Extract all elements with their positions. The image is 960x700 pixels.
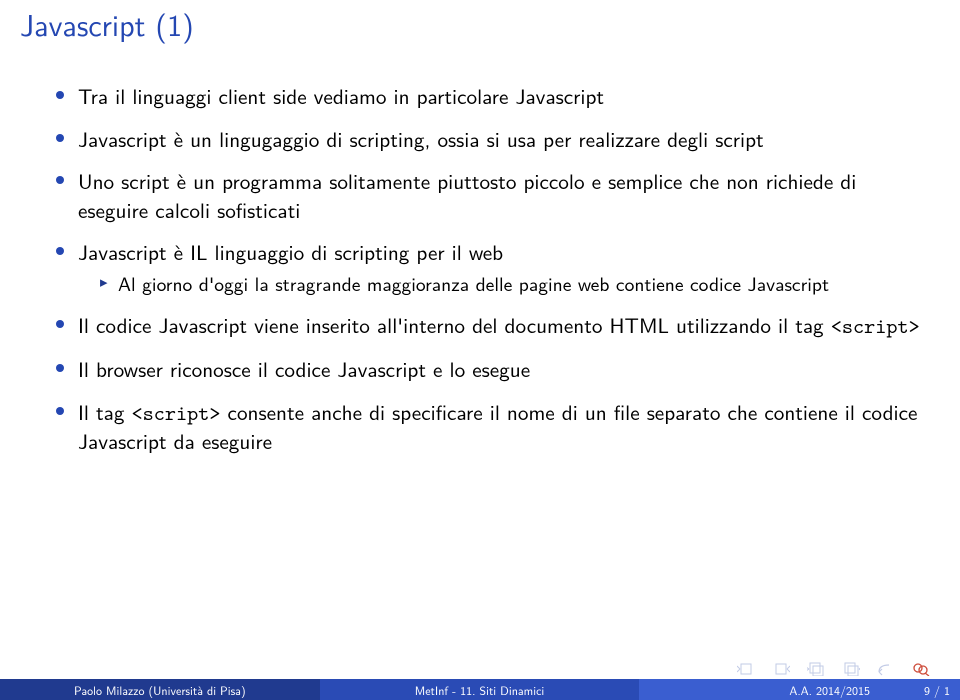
footer-date: A.A. 2014/2015 9 / 1 <box>639 679 960 700</box>
footer-page-number: 9 / 1 <box>924 681 950 699</box>
bullet-text: Tra il linguaggi client side vediamo in … <box>78 80 604 111</box>
nav-next-section-icon[interactable] <box>842 662 860 676</box>
slide-title: Javascript (1) <box>20 2 194 46</box>
list-item: Javascript è un lingugaggio di scripting… <box>56 125 920 154</box>
nav-search-icon[interactable] <box>912 662 930 676</box>
sub-list: Al giorno d'oggi la stragrande maggioran… <box>100 271 920 297</box>
nav-prev-slide-icon[interactable] <box>737 662 755 676</box>
list-item: Javascript è IL linguaggio di scripting … <box>56 238 920 297</box>
beamer-nav <box>737 662 930 676</box>
bullet-text: Al giorno d'oggi la stragrande maggioran… <box>118 269 829 298</box>
list-item: Il codice Javascript viene inserito all'… <box>56 311 920 341</box>
bullet-list: Tra il linguaggi client side vediamo in … <box>56 82 920 456</box>
bullet-text: Uno script è un programma solitamente pi… <box>78 165 856 225</box>
bullet-text: Javascript è un lingugaggio di scripting… <box>78 123 764 154</box>
footer-title-text: MetInf - 11. Siti Dinamici <box>415 681 545 699</box>
nav-back-icon[interactable] <box>877 662 895 676</box>
bullet-text: Il tag <box>78 396 132 427</box>
bullet-text: Il browser riconosce il codice Javascrip… <box>78 353 530 384</box>
footer-date-text: A.A. 2014/2015 <box>789 681 870 699</box>
slide-content: Tra il linguaggi client side vediamo in … <box>56 82 920 470</box>
footer: Paolo Milazzo (Università di Pisa) MetIn… <box>0 679 960 700</box>
nav-prev-section-icon[interactable] <box>807 662 825 676</box>
list-item: Il browser riconosce il codice Javascrip… <box>56 355 920 384</box>
footer-author: Paolo Milazzo (Università di Pisa) <box>0 679 320 700</box>
list-item: Uno script è un programma solitamente pi… <box>56 167 920 224</box>
code-literal: <script> <box>132 398 221 427</box>
footer-author-text: Paolo Milazzo (Università di Pisa) <box>74 681 246 699</box>
list-item: Al giorno d'oggi la stragrande maggioran… <box>100 271 920 297</box>
bullet-text: Javascript è IL linguaggio di scripting … <box>78 236 503 267</box>
slide: Javascript (1) Tra il linguaggi client s… <box>0 0 960 700</box>
footer-title: MetInf - 11. Siti Dinamici <box>320 679 640 700</box>
list-item: Il tag <script> consente anche di specif… <box>56 398 920 456</box>
nav-next-slide-icon[interactable] <box>772 662 790 676</box>
list-item: Tra il linguaggi client side vediamo in … <box>56 82 920 111</box>
code-literal: <script> <box>831 311 920 340</box>
bullet-text: Il codice Javascript viene inserito all'… <box>78 309 831 340</box>
